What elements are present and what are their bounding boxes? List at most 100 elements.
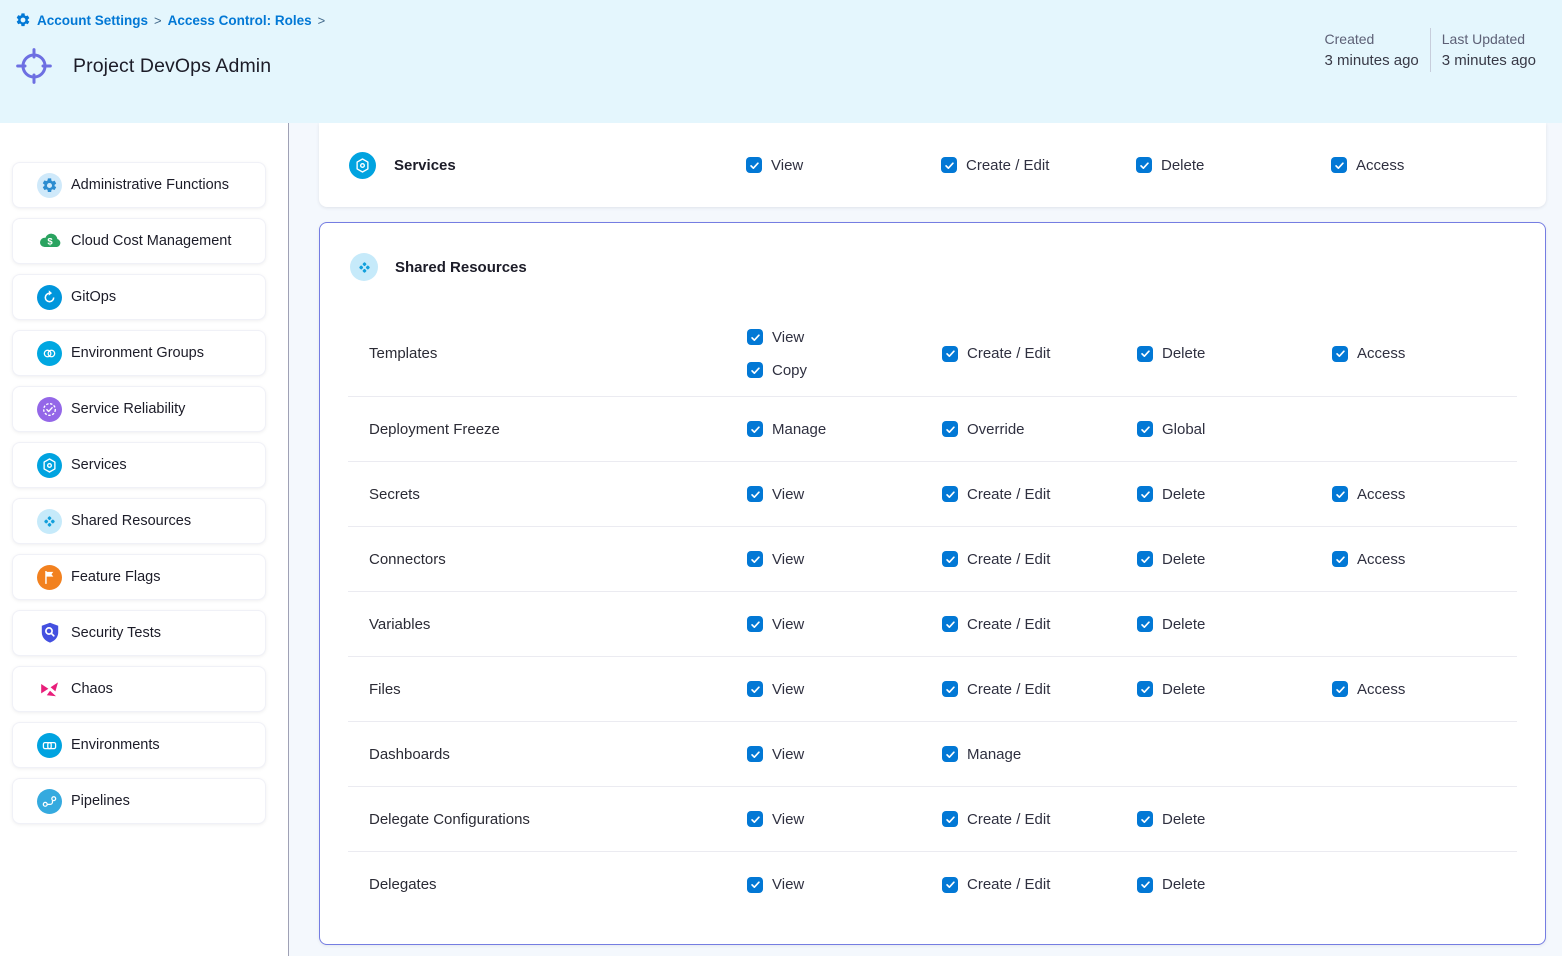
sidebar-item[interactable]: Feature Flags <box>12 554 266 600</box>
breadcrumb: Account Settings > Access Control: Roles… <box>15 12 325 28</box>
permission-option: Create / Edit <box>941 157 1136 174</box>
permission-checkbox-checked[interactable] <box>942 681 958 697</box>
permission-label: Delete <box>1162 681 1205 698</box>
permission-option: View <box>747 551 942 568</box>
permission-label: View <box>772 551 804 568</box>
permission-label: Access <box>1357 486 1405 503</box>
permission-checkbox-checked[interactable] <box>747 486 763 502</box>
permission-label: Delete <box>1162 811 1205 828</box>
permission-checkbox-checked[interactable] <box>942 486 958 502</box>
permission-label: Delete <box>1162 551 1205 568</box>
permission-checkbox-checked[interactable] <box>1137 421 1153 437</box>
permission-option: Create / Edit <box>942 345 1137 362</box>
permission-row: Connectors View Create / Edit Delete Acc… <box>348 527 1517 592</box>
check-icon <box>750 424 761 435</box>
permission-option: Access <box>1332 345 1517 362</box>
permission-checkbox-checked[interactable] <box>942 421 958 437</box>
permission-checkbox-checked[interactable] <box>1137 551 1153 567</box>
page-title: Project DevOps Admin <box>73 55 271 78</box>
sidebar-item[interactable]: Chaos <box>12 666 266 712</box>
resource-label: Variables <box>348 616 747 633</box>
permission-checkbox-checked[interactable] <box>1332 681 1348 697</box>
resource-category-sidebar: Administrative Functions Cloud Cost Mana… <box>0 123 289 956</box>
permission-checkbox-checked[interactable] <box>942 616 958 632</box>
permission-checkbox-checked[interactable] <box>1332 551 1348 567</box>
permission-label: Create / Edit <box>967 876 1050 893</box>
permission-label: Create / Edit <box>967 551 1050 568</box>
sidebar-item[interactable]: Administrative Functions <box>12 162 266 208</box>
permission-checkbox-checked[interactable] <box>746 157 762 173</box>
permission-checkbox-checked[interactable] <box>747 329 763 345</box>
sidebar-item[interactable]: Environments <box>12 722 266 768</box>
permission-checkbox-checked[interactable] <box>942 346 958 362</box>
permission-checkbox-checked[interactable] <box>942 551 958 567</box>
permission-label: Create / Edit <box>967 616 1050 633</box>
permission-option: Manage <box>747 421 942 438</box>
sidebar-item[interactable]: Security Tests <box>12 610 266 656</box>
sidebar-item-label: Security Tests <box>71 625 161 641</box>
permission-checkbox-checked[interactable] <box>747 811 763 827</box>
permission-checkbox-checked[interactable] <box>747 746 763 762</box>
permission-label: Access <box>1357 345 1405 362</box>
sidebar-item[interactable]: Environment Groups <box>12 330 266 376</box>
permission-label: Delete <box>1161 157 1204 174</box>
sidebar-item-label: Environment Groups <box>71 345 204 361</box>
permission-checkbox-checked[interactable] <box>1332 346 1348 362</box>
check-icon <box>1334 160 1345 171</box>
permission-checkbox-checked[interactable] <box>942 811 958 827</box>
resource-label: Delegate Configurations <box>348 811 747 828</box>
role-meta: Created 3 minutes ago Last Updated 3 min… <box>1314 28 1547 72</box>
check-icon <box>1335 348 1346 359</box>
permission-checkbox-checked[interactable] <box>747 616 763 632</box>
check-icon <box>944 160 955 171</box>
check-icon <box>750 749 761 760</box>
permission-checkbox-checked[interactable] <box>1137 811 1153 827</box>
sidebar-item[interactable]: GitOps <box>12 274 266 320</box>
permission-option: View <box>747 746 942 763</box>
resource-label: Deployment Freeze <box>348 421 747 438</box>
permission-checkbox-checked[interactable] <box>1137 681 1153 697</box>
created-label: Created <box>1325 28 1419 50</box>
sidebar-item[interactable]: Pipelines <box>12 778 266 824</box>
sidebar-item[interactable]: Services <box>12 442 266 488</box>
sidebar-list: Administrative Functions Cloud Cost Mana… <box>12 162 288 824</box>
sidebar-item[interactable]: Service Reliability <box>12 386 266 432</box>
resource-label: Files <box>348 681 747 698</box>
sidebar-item-label: Feature Flags <box>71 569 160 585</box>
permission-checkbox-checked[interactable] <box>1137 616 1153 632</box>
permission-checkbox-checked[interactable] <box>1137 877 1153 893</box>
permission-label: Global <box>1162 421 1205 438</box>
shared-resources-card-title: Shared Resources <box>395 259 527 276</box>
permission-checkbox-checked[interactable] <box>747 877 763 893</box>
permission-checkbox-checked[interactable] <box>747 681 763 697</box>
check-icon <box>1139 160 1150 171</box>
permission-checkbox-checked[interactable] <box>1137 486 1153 502</box>
permission-option: Create / Edit <box>942 616 1137 633</box>
permission-row: Variables View Create / Edit Delete <box>348 592 1517 657</box>
check-icon <box>1140 684 1151 695</box>
breadcrumb-link-roles[interactable]: Access Control: Roles <box>168 13 312 28</box>
permission-checkbox-checked[interactable] <box>1331 157 1347 173</box>
breadcrumb-link-account-settings[interactable]: Account Settings <box>37 13 148 28</box>
sidebar-item[interactable]: Cloud Cost Management <box>12 218 266 264</box>
permission-checkbox-checked[interactable] <box>1136 157 1152 173</box>
permission-label: Delete <box>1162 345 1205 362</box>
permission-checkbox-checked[interactable] <box>942 877 958 893</box>
target-crosshair-icon <box>14 46 54 86</box>
check-icon <box>750 332 761 343</box>
page-header: Account Settings > Access Control: Roles… <box>0 0 1562 123</box>
permission-checkbox-checked[interactable] <box>747 362 763 378</box>
resource-label: Dashboards <box>348 746 747 763</box>
permission-option: Delete <box>1137 681 1332 698</box>
permission-option: Delete <box>1137 876 1332 893</box>
permission-checkbox-checked[interactable] <box>941 157 957 173</box>
permission-label: View <box>772 681 804 698</box>
permission-checkbox-checked[interactable] <box>942 746 958 762</box>
permission-checkbox-checked[interactable] <box>747 421 763 437</box>
permission-checkbox-checked[interactable] <box>1137 346 1153 362</box>
permission-checkbox-checked[interactable] <box>747 551 763 567</box>
permission-checkbox-checked[interactable] <box>1332 486 1348 502</box>
permission-row: Deployment Freeze Manage Override Global <box>348 397 1517 462</box>
permission-option: View <box>747 616 942 633</box>
sidebar-item[interactable]: Shared Resources <box>12 498 266 544</box>
